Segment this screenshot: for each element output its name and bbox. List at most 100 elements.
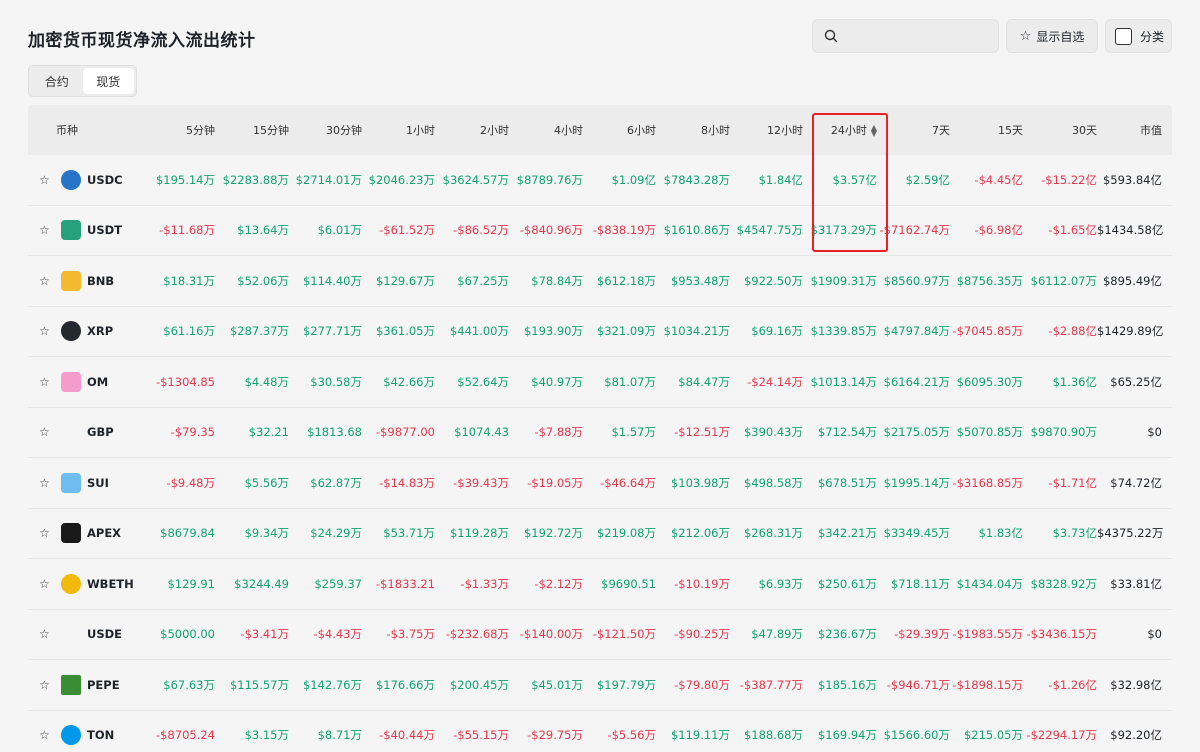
column-header-5m[interactable]: 5分钟 [144,122,215,138]
value-cell-24小时: $236.67万 [817,627,877,642]
table-row[interactable]: ☆ XRP $61.16万 $287.37万 $277.71万 $361.05万 $441.… [28,307,1172,357]
favorite-star-icon[interactable]: ☆ [39,678,55,692]
search-input[interactable] [847,26,992,48]
column-header-8h[interactable]: 8小时 [656,122,730,138]
coin-cell: ☆ USDE [28,624,144,644]
column-header-market-cap[interactable]: 市值 [1097,122,1162,138]
value-cell-5分钟: $67.63万 [163,677,215,692]
value-cell-7天: $6164.21万 [883,374,950,389]
value-cell-8小时: -$90.25万 [674,627,730,642]
column-header-30d[interactable]: 30天 [1023,122,1097,138]
value-cell-24小时: $250.61万 [817,576,877,591]
coin-name[interactable]: TON [87,728,114,742]
value-cell-30天: $3.73亿 [1052,526,1097,541]
favorite-star-icon[interactable]: ☆ [39,274,55,288]
value-cell-15分钟: $3.15万 [244,728,289,743]
value-cell-7天: $2175.05万 [883,425,950,440]
value-cell-4小时: $192.72万 [523,526,583,541]
column-header-15m[interactable]: 15分钟 [215,122,289,138]
coin-name[interactable]: APEX [87,526,121,540]
value-cell-7天: $4797.84万 [883,324,950,339]
table-row[interactable]: ☆ USDE $5000.00 -$3.41万 -$4.43万 -$3.75万 -$232.… [28,610,1172,660]
table-row[interactable]: ☆ GBP -$79.35 $32.21 $1813.68 -$9877.00 $1074.… [28,408,1172,458]
value-cell-6小时: $1.09亿 [611,172,656,187]
coin-name[interactable]: OM [87,375,108,389]
column-header-6h[interactable]: 6小时 [583,122,656,138]
table-row[interactable]: ☆ USDC $195.14万 $2283.88万 $2714.01万 $2046.23万… [28,155,1172,206]
coin-name[interactable]: PEPE [87,678,120,692]
coin-cell: ☆ USDT [28,220,144,241]
value-cell-市值: $0 [1147,627,1162,642]
value-cell-15天: -$1898.15万 [952,677,1023,692]
coin-name[interactable]: XRP [87,324,113,338]
table-row[interactable]: ☆ APEX $8679.84 $9.34万 $24.29万 $53.71万 $119.28… [28,509,1172,559]
favorite-star-icon[interactable]: ☆ [39,375,55,389]
value-cell-15天: $5070.85万 [956,425,1023,440]
column-header-7d[interactable]: 7天 [877,122,950,138]
show-favorites-button[interactable]: ☆ 显示自选 [1006,19,1098,53]
coin-name[interactable]: USDT [87,223,122,237]
column-header-30m[interactable]: 30分钟 [289,122,362,138]
search-icon [824,29,838,43]
page-title: 加密货币现货净流入流出统计 [28,31,256,51]
favorite-star-icon[interactable]: ☆ [39,324,55,338]
favorite-star-icon[interactable]: ☆ [39,577,55,591]
tab-futures[interactable]: 合约 [31,68,83,94]
value-cell-1小时: -$1833.21 [375,576,435,591]
column-header-coin[interactable]: 币种 [28,122,144,138]
value-cell-15分钟: $52.06万 [237,273,289,288]
coin-name[interactable]: USDE [87,627,122,641]
bnb-icon [61,270,81,291]
value-cell-2小时: $3624.57万 [442,172,509,187]
value-cell-12小时: $6.93万 [758,576,803,591]
table-body: ☆ USDC $195.14万 $2283.88万 $2714.01万 $2046.23万… [28,155,1172,752]
table-row[interactable]: ☆ SUI -$9.48万 $5.56万 $62.87万 -$14.83万 -$39.43万… [28,458,1172,509]
sui-icon [61,472,81,493]
value-cell-7天: $8560.97万 [883,273,950,288]
column-header-4h[interactable]: 4小时 [509,122,583,138]
coin-name[interactable]: GBP [87,425,114,439]
table-row[interactable]: ☆ WBETH $129.91 $3244.49 $259.37 -$1833.21 -$1… [28,559,1172,610]
table-row[interactable]: ☆ PEPE $67.63万 $115.57万 $142.76万 $176.66万 $200… [28,660,1172,711]
category-checkbox[interactable] [1115,27,1132,45]
category-toggle[interactable]: 分类 [1105,19,1172,53]
table-row[interactable]: ☆ TON -$8705.24 $3.15万 $8.71万 -$40.44万 -$55.15… [28,711,1172,752]
column-header-1h[interactable]: 1小时 [362,122,435,138]
column-header-2h[interactable]: 2小时 [435,122,509,138]
favorite-star-icon[interactable]: ☆ [39,526,55,540]
table-row[interactable]: ☆ OM -$1304.85 $4.48万 $30.58万 $42.66万 $52.64万 $… [28,357,1172,408]
tab-spot[interactable]: 现货 [82,68,134,94]
column-header-15d[interactable]: 15天 [950,122,1023,138]
coin-name[interactable]: WBETH [87,577,134,591]
value-cell-15分钟: $287.37万 [229,324,289,339]
coin-name[interactable]: SUI [87,476,109,490]
column-header-24h[interactable]: 24小时 ▲ ▼ [803,122,877,138]
search-box[interactable] [812,19,999,53]
value-cell-12小时: $1.84亿 [758,172,803,187]
favorite-star-icon[interactable]: ☆ [39,425,55,439]
value-cell-7天: -$946.71万 [886,677,950,692]
value-cell-1小时: $176.66万 [375,677,435,692]
value-cell-6小时: -$46.64万 [600,475,656,490]
value-cell-8小时: -$12.51万 [674,425,730,440]
favorite-star-icon[interactable]: ☆ [39,476,55,490]
value-cell-5分钟: $5000.00 [160,627,215,642]
coin-name[interactable]: USDC [87,173,123,187]
favorite-star-icon[interactable]: ☆ [39,627,55,641]
value-cell-24小时: $3173.29万 [810,223,877,238]
value-cell-2小时: $119.28万 [449,526,509,541]
favorite-star-icon[interactable]: ☆ [39,173,55,187]
coin-name[interactable]: BNB [87,274,114,288]
value-cell-8小时: $84.47万 [678,374,730,389]
table-row[interactable]: ☆ BNB $18.31万 $52.06万 $114.40万 $129.67万 $67.25… [28,256,1172,307]
favorite-star-icon[interactable]: ☆ [39,223,55,237]
value-cell-7天: $1995.14万 [883,475,950,490]
value-cell-30分钟: $277.71万 [302,324,362,339]
column-header-12h[interactable]: 12小时 [730,122,803,138]
favorite-star-icon[interactable]: ☆ [39,728,55,742]
value-cell-2小时: -$232.68万 [445,627,509,642]
value-cell-4小时: $78.84万 [531,273,583,288]
value-cell-30分钟: $24.29万 [310,526,362,541]
value-cell-6小时: $197.79万 [596,677,656,692]
table-row[interactable]: ☆ USDT -$11.68万 $13.64万 $6.01万 -$61.52万 -$86.5… [28,206,1172,256]
